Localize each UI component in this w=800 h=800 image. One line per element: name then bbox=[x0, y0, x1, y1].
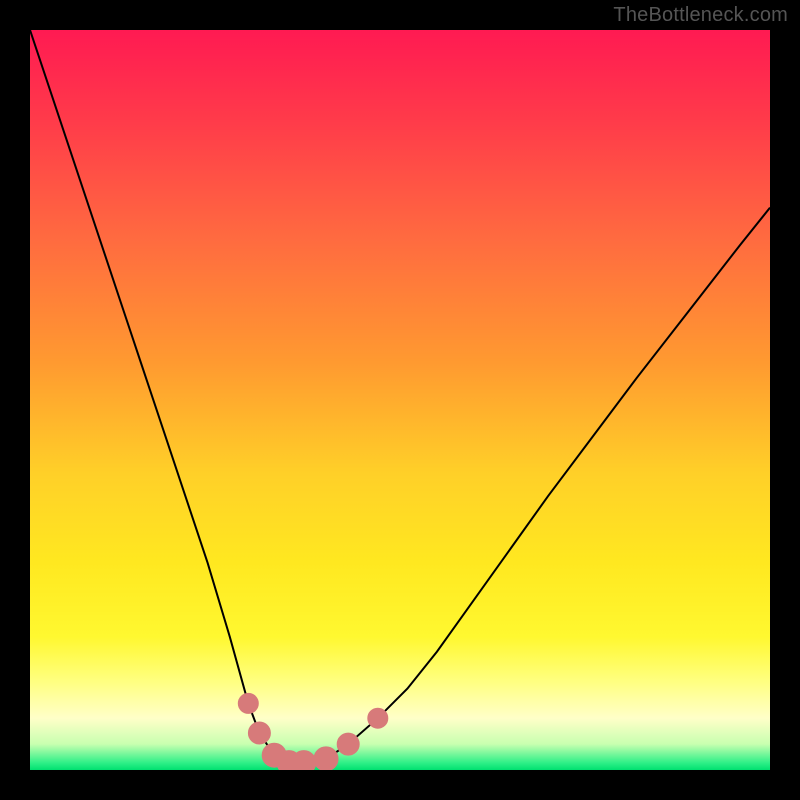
marker-dot bbox=[248, 722, 270, 744]
marker-dot bbox=[238, 693, 258, 713]
marker-dot bbox=[314, 747, 338, 770]
watermark-label: TheBottleneck.com bbox=[613, 4, 788, 27]
marker-dot bbox=[292, 751, 316, 770]
marker-dot bbox=[337, 733, 359, 755]
plot-area bbox=[30, 30, 770, 770]
gradient-background bbox=[30, 30, 770, 770]
chart-svg bbox=[30, 30, 770, 770]
marker-dot bbox=[368, 708, 388, 728]
chart-frame: TheBottleneck.com bbox=[0, 0, 800, 800]
